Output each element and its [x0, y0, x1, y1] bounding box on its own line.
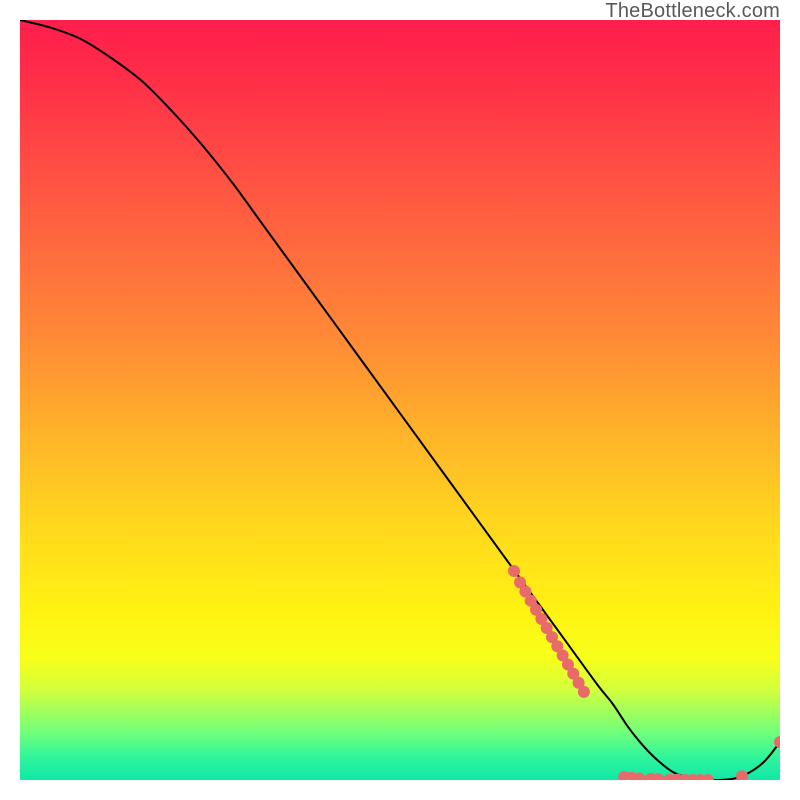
data-marker — [702, 774, 714, 780]
data-marker — [736, 770, 748, 780]
data-marker — [774, 736, 780, 748]
chart-container: TheBottleneck.com — [0, 0, 800, 800]
data-marker — [578, 686, 590, 698]
watermark-text: TheBottleneck.com — [605, 0, 780, 23]
data-marker — [508, 565, 520, 577]
bottleneck-curve — [20, 20, 780, 780]
chart-svg — [20, 20, 780, 780]
curve-group — [20, 20, 780, 780]
